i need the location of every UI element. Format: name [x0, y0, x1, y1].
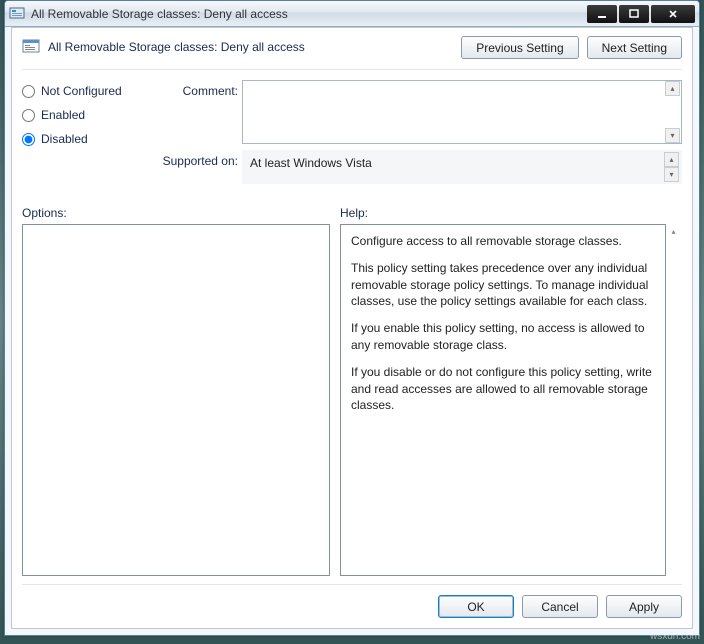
help-text: This policy setting takes precedence ove…: [351, 260, 655, 310]
comment-scrollbar[interactable]: ▴ ▾: [665, 81, 681, 143]
options-label: Options:: [22, 206, 330, 220]
comment-box: ▴ ▾: [242, 80, 682, 144]
close-button[interactable]: [651, 5, 695, 23]
supported-box: At least Windows Vista ▴ ▾: [242, 150, 682, 184]
setting-title: All Removable Storage classes: Deny all …: [48, 40, 305, 54]
radio-not-configured-input[interactable]: [22, 85, 35, 98]
radio-not-configured-label: Not Configured: [41, 84, 122, 98]
ok-button[interactable]: OK: [438, 595, 514, 618]
next-setting-button[interactable]: Next Setting: [587, 36, 682, 59]
radio-not-configured[interactable]: Not Configured: [22, 84, 150, 98]
supported-label: Supported on:: [154, 150, 238, 184]
window-title: All Removable Storage classes: Deny all …: [31, 7, 587, 21]
titlebar[interactable]: All Removable Storage classes: Deny all …: [5, 1, 699, 27]
supported-text: At least Windows Vista: [250, 156, 372, 170]
scroll-up-icon[interactable]: ▴: [666, 224, 681, 239]
help-panel: Configure access to all removable storag…: [340, 224, 666, 576]
setting-icon: [22, 38, 40, 56]
comment-textarea[interactable]: [243, 81, 665, 143]
divider: [22, 69, 682, 70]
scroll-down-icon[interactable]: ▾: [664, 167, 679, 182]
options-panel: [22, 224, 330, 576]
help-text: If you disable or do not configure this …: [351, 364, 655, 414]
window-controls: [587, 5, 695, 23]
scroll-up-icon[interactable]: ▴: [664, 152, 679, 167]
radio-disabled[interactable]: Disabled: [22, 132, 150, 146]
radio-enabled[interactable]: Enabled: [22, 108, 150, 122]
comment-label: Comment:: [154, 80, 238, 144]
previous-setting-button[interactable]: Previous Setting: [461, 36, 578, 59]
apply-button[interactable]: Apply: [606, 595, 682, 618]
help-scrollbar[interactable]: ▴: [666, 224, 682, 576]
scroll-up-icon[interactable]: ▴: [665, 81, 680, 96]
minimize-button[interactable]: [587, 5, 617, 23]
help-text: Configure access to all removable storag…: [351, 233, 655, 250]
maximize-button[interactable]: [619, 5, 649, 23]
watermark: wsxdn.com: [650, 631, 700, 642]
policy-icon: [9, 6, 25, 22]
cancel-button[interactable]: Cancel: [522, 595, 598, 618]
supported-scrollbar[interactable]: ▴ ▾: [664, 152, 680, 182]
help-text: If you enable this policy setting, no ac…: [351, 320, 655, 354]
scroll-down-icon[interactable]: ▾: [665, 128, 680, 143]
radio-disabled-input[interactable]: [22, 133, 35, 146]
radio-disabled-label: Disabled: [41, 132, 88, 146]
radio-enabled-input[interactable]: [22, 109, 35, 122]
help-label: Help:: [340, 206, 682, 220]
client-area: All Removable Storage classes: Deny all …: [5, 27, 699, 635]
radio-enabled-label: Enabled: [41, 108, 85, 122]
dialog-window: All Removable Storage classes: Deny all …: [4, 0, 700, 636]
